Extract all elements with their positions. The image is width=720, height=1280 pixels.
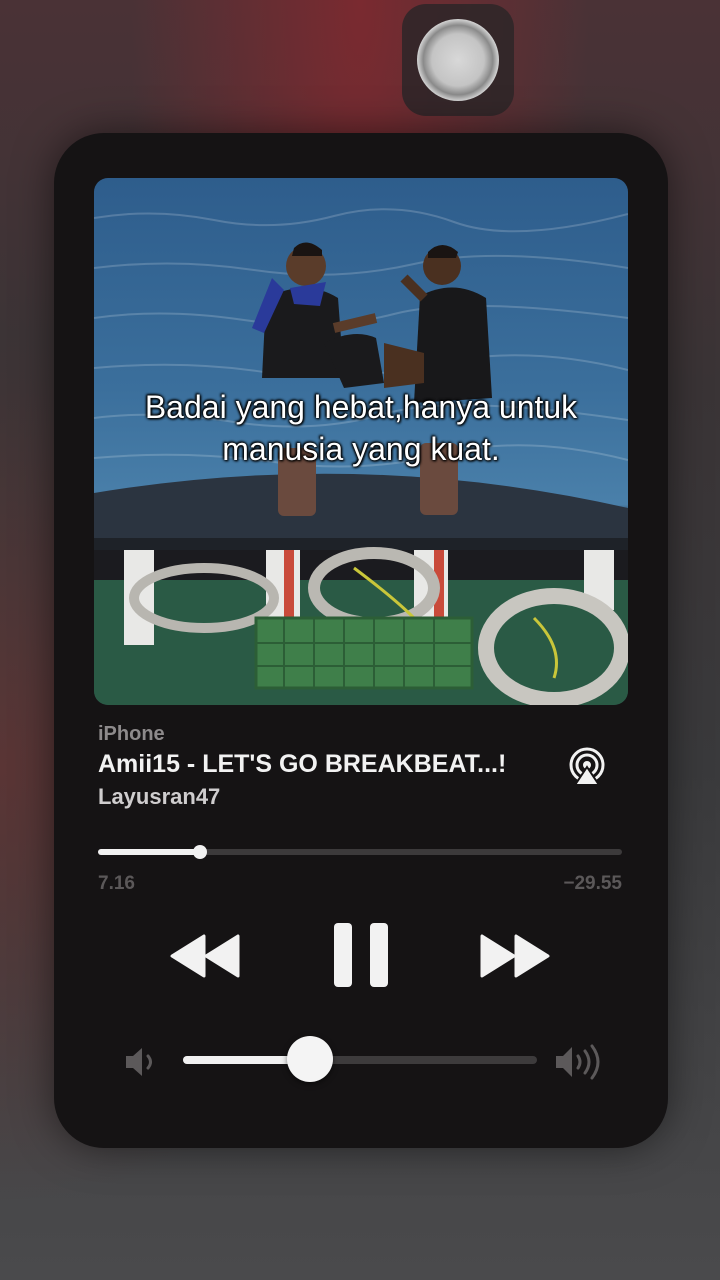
home-button[interactable]: [402, 4, 514, 116]
now-playing-card: Badai yang hebat,hanya untuk manusia yan…: [54, 133, 668, 1148]
track-title[interactable]: Amii15 - LET'S GO BREAKBEAT...!: [98, 750, 558, 779]
fast-forward-icon[interactable]: [478, 932, 550, 980]
caption-line-1: Badai yang hebat,hanya untuk: [144, 389, 578, 425]
playback-source: iPhone: [98, 723, 165, 745]
playback-scrubber-knob[interactable]: [193, 845, 208, 859]
playback-progress-fill: [98, 849, 201, 855]
volume-slider[interactable]: [183, 1036, 537, 1082]
artwork-caption: Badai yang hebat,hanya untuk manusia yan…: [94, 386, 628, 470]
remaining-time: −29.55: [563, 873, 622, 894]
track-artist[interactable]: Layusran47: [98, 784, 220, 810]
album-artwork: Badai yang hebat,hanya untuk manusia yan…: [94, 178, 628, 705]
pause-icon[interactable]: [332, 921, 390, 989]
airplay-icon[interactable]: [567, 747, 607, 787]
home-button-ring: [417, 19, 499, 101]
rewind-icon[interactable]: [170, 932, 242, 980]
playback-scrubber[interactable]: [98, 845, 622, 859]
caption-line-2: manusia yang kuat.: [222, 431, 500, 467]
volume-slider-knob[interactable]: [287, 1036, 334, 1082]
speaker-high-icon: [556, 1044, 600, 1080]
speaker-low-icon: [126, 1048, 152, 1076]
elapsed-time: 7.16: [98, 873, 135, 894]
